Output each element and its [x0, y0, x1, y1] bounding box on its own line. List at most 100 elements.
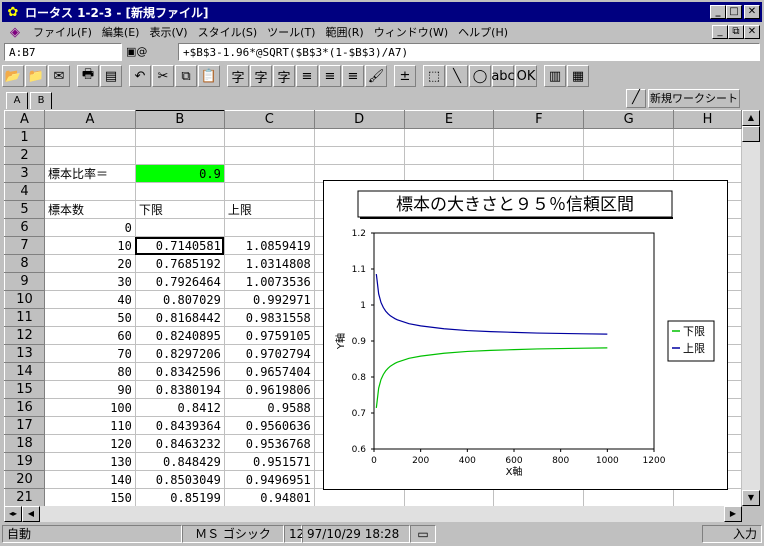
cell-c13[interactable]: 0.9702794 [224, 344, 315, 363]
cell-a21[interactable]: 150 [44, 488, 136, 506]
cell-b1[interactable] [135, 128, 225, 147]
cell-c11[interactable]: 0.9831558 [224, 308, 315, 327]
cell-a14[interactable]: 80 [44, 362, 136, 381]
cell-b20[interactable]: 0.8503049 [135, 470, 225, 489]
cell-c9[interactable]: 1.0073536 [224, 272, 315, 291]
cell-a1[interactable] [44, 128, 136, 147]
cell-c15[interactable]: 0.9619806 [224, 380, 315, 399]
row-header[interactable]: 19 [4, 452, 45, 471]
corner-header[interactable]: A [4, 110, 45, 129]
status-datetime[interactable]: 97/10/29 18:28 [302, 524, 410, 543]
row-header[interactable]: 11 [4, 308, 45, 327]
cell-b5[interactable]: 下限 [135, 200, 225, 219]
column-header-d[interactable]: D [313, 110, 405, 129]
cell-b18[interactable]: 0.8463232 [135, 434, 225, 453]
tab-split-icon[interactable]: ╱ [626, 89, 646, 108]
scroll-right-icon[interactable]: ▶ [724, 506, 742, 522]
column-header-e[interactable]: E [403, 110, 495, 129]
menu-edit[interactable]: 編集(E) [97, 24, 145, 40]
cell-empty[interactable] [583, 128, 675, 147]
cell-empty[interactable] [314, 128, 405, 147]
cell-empty[interactable] [493, 128, 585, 147]
cell-b4[interactable] [135, 182, 225, 201]
cell-c19[interactable]: 0.951571 [224, 452, 315, 471]
cell-a2[interactable] [44, 146, 136, 165]
align-center-icon[interactable]: ≡ [319, 65, 341, 87]
cell-empty[interactable] [583, 488, 675, 506]
select-icon[interactable]: ⬚ [423, 65, 445, 87]
menu-view[interactable]: 表示(V) [144, 24, 192, 40]
cell-a18[interactable]: 120 [44, 434, 136, 453]
scroll-first-icon[interactable]: ◂▸ [4, 506, 22, 522]
menu-help[interactable]: ヘルプ(H) [453, 24, 513, 40]
doc-restore-button[interactable]: ⧉ [728, 25, 744, 39]
cell-b16[interactable]: 0.8412 [135, 398, 225, 417]
row-header[interactable]: 17 [4, 416, 45, 435]
cell-b13[interactable]: 0.8297206 [135, 344, 225, 363]
scroll-thumb[interactable] [742, 126, 760, 142]
copy-icon[interactable]: ⧉ [175, 65, 197, 87]
horizontal-scrollbar[interactable]: ◂▸ ◀ ▶ [4, 506, 742, 522]
scroll-up-icon[interactable]: ▲ [742, 110, 760, 126]
cell-a10[interactable]: 40 [44, 290, 136, 309]
cell-c17[interactable]: 0.9560636 [224, 416, 315, 435]
tab-a[interactable]: A [6, 92, 28, 109]
cell-empty[interactable] [404, 488, 495, 506]
cell-a6[interactable]: 0 [44, 218, 136, 237]
cell-b11[interactable]: 0.8168442 [135, 308, 225, 327]
cell-a9[interactable]: 30 [44, 272, 136, 291]
cell-c12[interactable]: 0.9759105 [224, 326, 315, 345]
cell-a12[interactable]: 60 [44, 326, 136, 345]
cell-c20[interactable]: 0.9496951 [224, 470, 315, 489]
cell-b15[interactable]: 0.8380194 [135, 380, 225, 399]
cell-a20[interactable]: 140 [44, 470, 136, 489]
cell-a13[interactable]: 70 [44, 344, 136, 363]
cell-empty[interactable] [493, 146, 585, 165]
row-header[interactable]: 4 [4, 182, 45, 201]
column-header-c[interactable]: C [223, 110, 315, 129]
row-header[interactable]: 16 [4, 398, 45, 417]
chart-icon[interactable]: ▥ [544, 65, 566, 87]
row-header[interactable]: 21 [4, 488, 45, 506]
cell-empty[interactable] [583, 146, 675, 165]
document-menu-icon[interactable]: ◈ [6, 24, 24, 40]
scroll-down-icon[interactable]: ▼ [742, 490, 760, 506]
menu-file[interactable]: ファイル(F) [28, 24, 97, 40]
cell-a17[interactable]: 110 [44, 416, 136, 435]
cell-a16[interactable]: 100 [44, 398, 136, 417]
cell-c14[interactable]: 0.9657404 [224, 362, 315, 381]
cut-icon[interactable]: ✂ [152, 65, 174, 87]
cell-c21[interactable]: 0.94801 [224, 488, 315, 506]
cell-c8[interactable]: 1.0314808 [224, 254, 315, 273]
button-icon[interactable]: OK [515, 65, 537, 87]
row-header[interactable]: 10 [4, 290, 45, 309]
cell-a11[interactable]: 50 [44, 308, 136, 327]
cell-b12[interactable]: 0.8240895 [135, 326, 225, 345]
formula-input[interactable]: +$B$3-1.96*@SQRT($B$3*(1-$B$3)/A7) [178, 43, 760, 61]
lotus-app-icon[interactable]: ✿ [5, 4, 21, 20]
row-header[interactable]: 18 [4, 434, 45, 453]
align-left-icon[interactable]: ≡ [296, 65, 318, 87]
cell-b6[interactable] [135, 218, 225, 237]
cell-b21[interactable]: 0.85199 [135, 488, 225, 506]
paste-icon[interactable]: 📋 [198, 65, 220, 87]
maximize-button[interactable]: □ [726, 5, 742, 19]
cell-empty[interactable] [493, 488, 585, 506]
cell-reference-box[interactable]: A:B7 [4, 43, 122, 61]
cell-c3[interactable] [224, 164, 315, 183]
cell-empty[interactable] [673, 146, 742, 165]
row-header[interactable]: 2 [4, 146, 45, 165]
cell-b19[interactable]: 0.848429 [135, 452, 225, 471]
row-header[interactable]: 12 [4, 326, 45, 345]
cell-c4[interactable] [224, 182, 315, 201]
row-header[interactable]: 9 [4, 272, 45, 291]
vertical-scrollbar[interactable]: ▲ ▼ [742, 110, 760, 506]
column-header-h[interactable]: H [673, 110, 742, 129]
envelope-icon[interactable]: ✉ [48, 65, 70, 87]
column-header-b[interactable]: B [134, 110, 225, 129]
bold-icon[interactable]: 字 [227, 65, 249, 87]
scroll-left-icon[interactable]: ◀ [22, 506, 40, 522]
cell-a15[interactable]: 90 [44, 380, 136, 399]
cell-empty[interactable] [673, 488, 742, 506]
cell-a8[interactable]: 20 [44, 254, 136, 273]
